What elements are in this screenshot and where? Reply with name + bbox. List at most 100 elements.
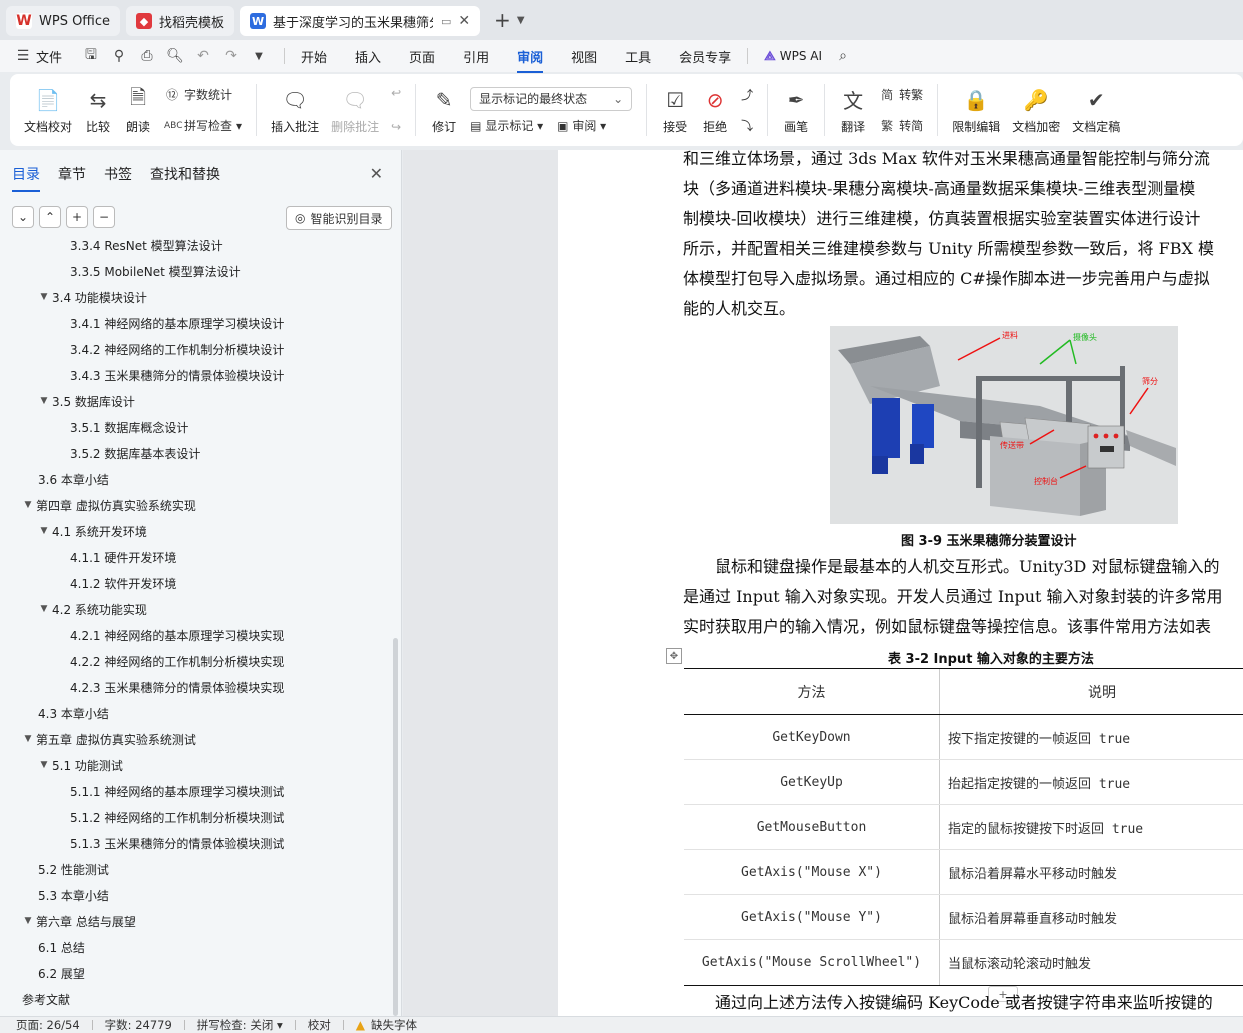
translate-button[interactable]: 文翻译 (839, 86, 867, 135)
undo-icon[interactable]: ↶ (194, 47, 212, 65)
accept-button[interactable]: ☑ 接受 (661, 86, 689, 135)
toc-item[interactable]: 3.3.4 ResNet 模型算法设计 (70, 238, 223, 256)
close-icon[interactable]: ✕ (458, 13, 470, 29)
markup-state-select[interactable]: 显示标记的最终状态 ⌄ (470, 86, 633, 111)
toc-item[interactable]: 4.1.1 硬件开发环境 (70, 546, 176, 568)
toc-item[interactable]: 4.2.2 神经网络的工作机制分析模块实现 (70, 650, 284, 672)
chevron-down-icon[interactable]: ▼ (517, 15, 525, 26)
toc-item[interactable]: 4.1.2 软件开发环境 (70, 572, 176, 594)
to-traditional-button[interactable]: 简转繁 (879, 86, 923, 103)
spell-check-button[interactable]: ABC 拼写检查 ▾ (164, 117, 242, 134)
expand-arrow-icon[interactable]: ▼ (20, 734, 36, 744)
expand-arrow-icon[interactable]: ▼ (36, 396, 52, 406)
add-icon[interactable]: + (66, 206, 88, 228)
next-comment-icon[interactable]: ↪ (391, 120, 401, 134)
description-cell[interactable]: 按下指定按键的一帧返回 true (940, 715, 1243, 759)
toc-item[interactable]: 3.6 本章小结 (38, 468, 109, 490)
description-cell[interactable]: 指定的鼠标按键按下时返回 true (940, 805, 1243, 849)
tab-toc[interactable]: 目录 (12, 164, 40, 192)
compare-button[interactable]: ⇆ 比较 (84, 86, 112, 135)
review-pane-button[interactable]: ▣ 审阅 ▾ (557, 117, 606, 134)
menu-icon[interactable]: ☰ (14, 47, 32, 65)
toc-item[interactable]: 参考文献 (22, 988, 70, 1010)
toc-item[interactable]: 3.4.3 玉米果穗筛分的情景体验模块设计 (70, 364, 284, 386)
toc-scrollbar[interactable] (393, 638, 398, 1016)
menu-insert[interactable]: 插入 (355, 47, 381, 66)
spell-check-status[interactable]: 拼写检查: 关闭 ▾ (197, 1017, 283, 1033)
read-aloud-button[interactable]: 🗎 朗读 (124, 85, 152, 135)
description-cell[interactable]: 当鼠标滚动轮滚动时触发 (940, 940, 1243, 985)
to-simplified-button[interactable]: 繁转简 (879, 117, 923, 134)
missing-font-status[interactable]: ▲ 缺失字体 (356, 1017, 417, 1033)
document-page[interactable]: 和三维立体场景，通过 3ds Max 软件对玉米果穗高通量智能控制与筛分流 块（多… (558, 150, 1243, 1016)
method-cell[interactable]: GetAxis("Mouse Y") (684, 895, 940, 939)
chevron-down-icon[interactable]: ▼ (250, 47, 268, 65)
smart-toc-button[interactable]: ◎ 智能识别目录 (286, 206, 392, 230)
toc-item[interactable]: ▼ 3.5 数据库设计 (36, 390, 135, 412)
menu-home[interactable]: 开始 (301, 47, 327, 66)
previous-change-icon[interactable]: ⤴ (741, 86, 753, 103)
toc-item[interactable]: ▼ 4.1 系统开发环境 (36, 520, 147, 542)
toc-item[interactable]: 5.3 本章小结 (38, 884, 109, 906)
save-icon[interactable]: 🖫 (82, 47, 100, 65)
method-cell[interactable]: GetAxis("Mouse X") (684, 850, 940, 894)
close-icon[interactable]: ✕ (370, 164, 383, 183)
menu-page[interactable]: 页面 (409, 47, 435, 66)
toc-item[interactable]: ▼ 4.2 系统功能实现 (36, 598, 147, 620)
delete-comment-button[interactable]: 🗨 删除批注 (331, 86, 379, 135)
toc-item[interactable]: ▼ 第六章 总结与展望 (20, 910, 136, 932)
next-change-icon[interactable]: ⤵ (741, 117, 753, 134)
toc-item[interactable]: 5.1.2 神经网络的工作机制分析模块测试 (70, 806, 284, 828)
menu-membership[interactable]: 会员专享 (679, 47, 731, 66)
tab-bookmarks[interactable]: 书签 (104, 164, 132, 192)
restrict-edit-button[interactable]: 🔒 限制编辑 (952, 86, 1000, 135)
finalize-button[interactable]: ✔ 文档定稿 (1072, 86, 1120, 135)
table-move-handle-icon[interactable]: ✥ (666, 648, 682, 664)
tab-sections[interactable]: 章节 (58, 164, 86, 192)
toc-item[interactable]: 3.4.1 神经网络的基本原理学习模块设计 (70, 312, 284, 334)
menu-tools[interactable]: 工具 (625, 47, 651, 66)
toc-item[interactable]: 5.1.3 玉米果穗筛分的情景体验模块测试 (70, 832, 284, 854)
revise-button[interactable]: ✎ 修订 (430, 86, 458, 135)
menu-references[interactable]: 引用 (463, 47, 489, 66)
expand-arrow-icon[interactable]: ▼ (36, 526, 52, 536)
input-methods-table[interactable]: 方法 说明 GetKeyDown 按下指定按键的一帧返回 true GetKeyUp… (684, 668, 1243, 986)
word-count-indicator[interactable]: 字数: 24779 (105, 1017, 172, 1033)
method-cell[interactable]: GetKeyDown (684, 715, 940, 759)
collapse-down-icon[interactable]: ⌄ (12, 206, 34, 228)
menu-view[interactable]: 视图 (571, 47, 597, 66)
proofread-button[interactable]: 📄 文档校对 (24, 86, 72, 135)
menu-review[interactable]: 审阅 (517, 47, 544, 73)
toc-item[interactable]: 4.2.1 神经网络的基本原理学习模块实现 (70, 624, 284, 646)
toc-item[interactable]: 4.3 本章小结 (38, 702, 109, 724)
insert-comment-button[interactable]: 🗨 插入批注 (271, 86, 319, 135)
share-icon[interactable]: ⚲ (110, 47, 128, 65)
toc-item[interactable]: ▼ 5.1 功能测试 (36, 754, 123, 776)
toc-item[interactable]: 5.2 性能测试 (38, 858, 109, 880)
description-cell[interactable]: 鼠标沿着屏幕垂直移动时触发 (940, 895, 1243, 939)
toc-item[interactable]: 6.2 展望 (38, 962, 85, 984)
remove-icon[interactable]: − (93, 206, 115, 228)
menu-wps-ai[interactable]: WPS AI (780, 49, 822, 63)
toc-item[interactable]: 4.2.3 玉米果穗筛分的情景体验模块实现 (70, 676, 284, 698)
tab-wps-office[interactable]: W WPS Office (6, 6, 121, 36)
page-indicator[interactable]: 页面: 26/54 (16, 1017, 80, 1033)
expand-arrow-icon[interactable]: ▼ (36, 760, 52, 770)
redo-icon[interactable]: ↷ (222, 47, 240, 65)
tab-current-document[interactable]: W 基于深度学习的玉米果穗筛分 ▭ ✕ (240, 6, 481, 36)
collapse-up-icon[interactable]: ⌃ (39, 206, 61, 228)
description-cell[interactable]: 鼠标沿着屏幕水平移动时触发 (940, 850, 1243, 894)
tab-docer-templates[interactable]: ◆ 找稻壳模板 (126, 6, 235, 36)
toc-item[interactable]: ▼ 3.4 功能模块设计 (36, 286, 147, 308)
word-count-button[interactable]: ⑫ 字数统计 (164, 86, 242, 103)
expand-arrow-icon[interactable]: ▼ (36, 292, 52, 302)
tab-find-replace[interactable]: 查找和替换 (150, 164, 220, 192)
monitor-icon[interactable]: ▭ (441, 15, 451, 28)
toc-item[interactable]: 6.1 总结 (38, 936, 85, 958)
toc-item[interactable]: ▼ 第五章 虚拟仿真实验系统测试 (20, 728, 196, 750)
description-cell[interactable]: 抬起指定按键的一帧返回 true (940, 760, 1243, 804)
expand-arrow-icon[interactable]: ▼ (36, 604, 52, 614)
pen-button[interactable]: ✒ 画笔 (782, 86, 810, 135)
search-icon[interactable]: ⌕ (834, 47, 852, 65)
toc-item[interactable]: 3.4.2 神经网络的工作机制分析模块设计 (70, 338, 284, 360)
